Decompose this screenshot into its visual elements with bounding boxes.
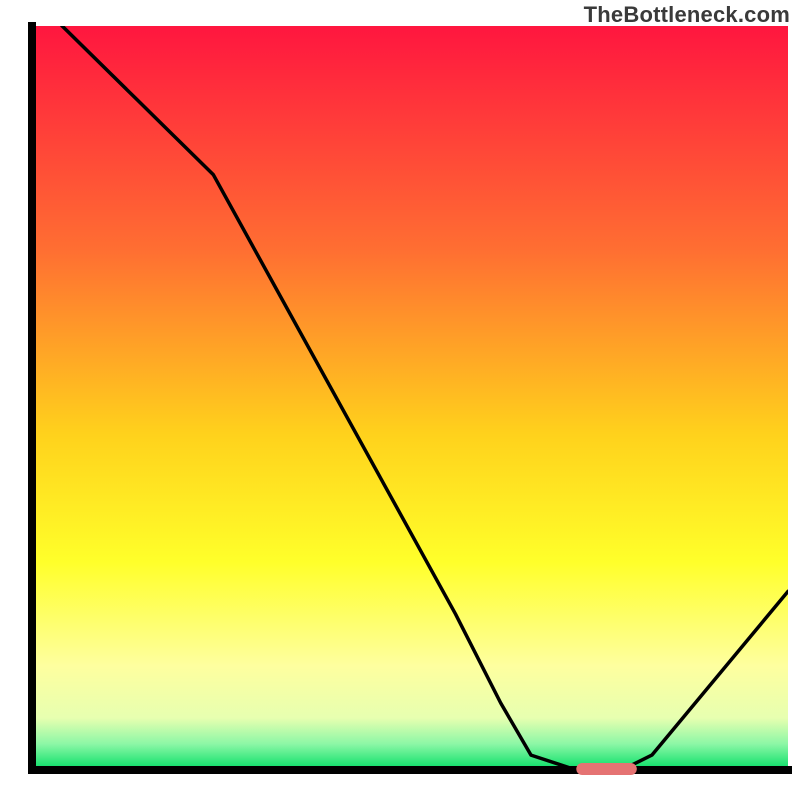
plot-background	[32, 26, 788, 770]
bottleneck-chart: TheBottleneck.com	[0, 0, 800, 800]
optimal-marker	[576, 763, 637, 775]
chart-svg	[0, 0, 800, 800]
watermark-text: TheBottleneck.com	[584, 2, 790, 28]
